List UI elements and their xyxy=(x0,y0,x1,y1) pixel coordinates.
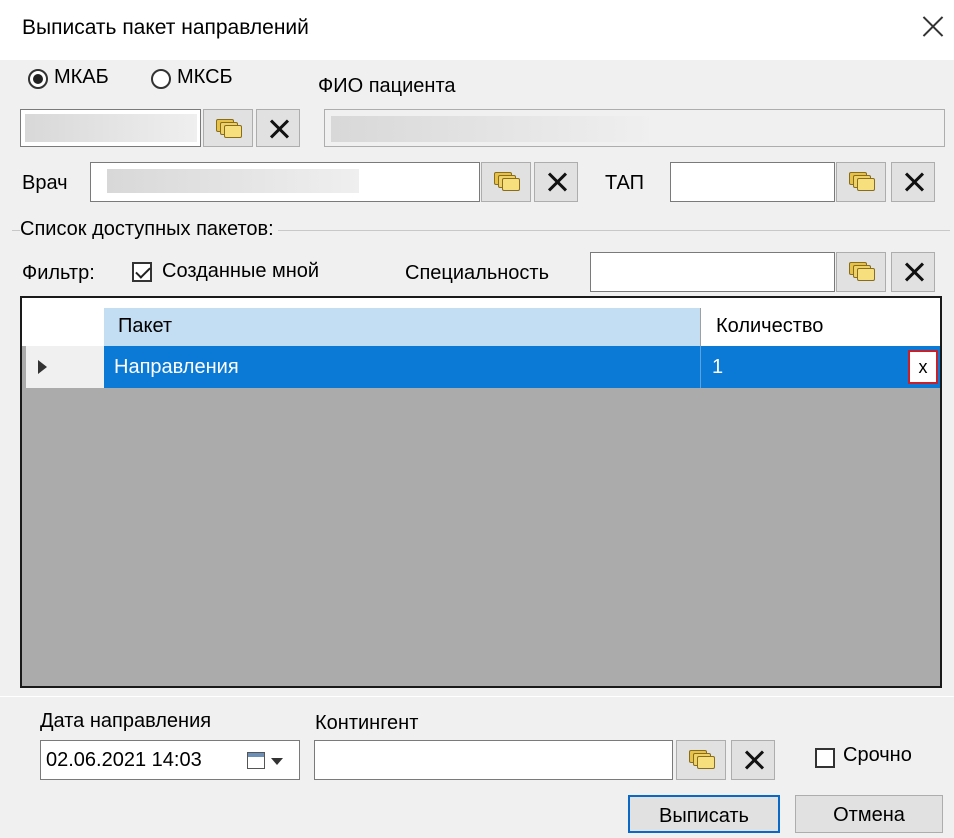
clear-icon xyxy=(546,170,568,194)
column-header-package[interactable]: Пакет xyxy=(104,308,700,346)
radio-mksb[interactable] xyxy=(151,69,171,89)
folders-icon xyxy=(849,262,875,282)
column-divider xyxy=(700,308,701,346)
created-by-me-checkbox[interactable] xyxy=(132,262,152,282)
date-picker[interactable]: 02.06.2021 14:03 xyxy=(40,740,300,780)
folders-icon xyxy=(689,750,715,770)
row-delete-button[interactable]: x xyxy=(908,350,938,384)
tap-input[interactable] xyxy=(670,162,835,202)
cell-divider xyxy=(700,346,701,388)
column-header-count[interactable]: Количество xyxy=(702,308,900,346)
doctor-clear-button[interactable] xyxy=(534,162,578,202)
card-clear-button[interactable] xyxy=(256,109,300,147)
packages-table[interactable]: Пакет Количество Направления 1 x xyxy=(20,296,942,688)
card-number-input[interactable] xyxy=(20,109,201,147)
fio-value-redacted xyxy=(331,116,649,142)
contingent-select-button[interactable] xyxy=(676,740,726,780)
folders-icon xyxy=(494,172,520,192)
cell-package[interactable]: Направления xyxy=(104,346,700,388)
clear-icon xyxy=(903,170,925,194)
row-header xyxy=(26,346,104,388)
cell-count[interactable]: 1 xyxy=(702,346,902,388)
table-row[interactable]: Направления 1 x xyxy=(26,346,940,388)
chevron-down-icon[interactable] xyxy=(271,758,283,765)
submit-button[interactable]: Выписать xyxy=(628,795,780,833)
specialty-input[interactable] xyxy=(590,252,835,292)
tap-select-button[interactable] xyxy=(836,162,886,202)
folders-icon xyxy=(216,119,242,139)
specialty-clear-button[interactable] xyxy=(891,252,935,292)
doctor-value-redacted xyxy=(107,169,359,193)
doctor-select-button[interactable] xyxy=(481,162,531,202)
window-title: Выписать пакет направлений xyxy=(22,16,309,39)
clear-icon xyxy=(903,260,925,284)
date-label: Дата направления xyxy=(40,710,212,732)
doctor-input[interactable] xyxy=(90,162,480,202)
radio-mksb-label[interactable]: МКСБ xyxy=(177,66,233,89)
date-value[interactable]: 02.06.2021 14:03 xyxy=(46,749,202,772)
tap-clear-button[interactable] xyxy=(891,162,935,202)
clear-icon xyxy=(268,117,290,141)
calendar-icon[interactable] xyxy=(247,752,265,769)
created-by-me-label[interactable]: Созданные мной xyxy=(162,260,319,283)
urgent-label[interactable]: Срочно xyxy=(843,744,912,767)
card-number-value-redacted xyxy=(25,114,197,142)
current-row-arrow-icon xyxy=(38,360,47,374)
fio-label: ФИО пациента xyxy=(318,75,456,97)
contingent-label: Контингент xyxy=(315,712,419,734)
specialty-label: Специальность xyxy=(405,262,549,284)
contingent-input[interactable] xyxy=(314,740,673,780)
packages-group-label: Список доступных пакетов: xyxy=(20,218,278,241)
radio-mkab[interactable] xyxy=(28,69,48,89)
card-select-button[interactable] xyxy=(203,109,253,147)
radio-mkab-label[interactable]: МКАБ xyxy=(54,66,109,89)
tap-label: ТАП xyxy=(605,172,645,194)
fio-field xyxy=(324,109,945,147)
folders-icon xyxy=(849,172,875,192)
urgent-checkbox[interactable] xyxy=(815,748,835,768)
close-icon[interactable] xyxy=(918,12,948,42)
calendar-icon-header xyxy=(248,753,264,757)
title-bar: Выписать пакет направлений xyxy=(0,0,954,60)
contingent-clear-button[interactable] xyxy=(731,740,775,780)
doctor-label: Врач xyxy=(22,172,68,194)
specialty-select-button[interactable] xyxy=(836,252,886,292)
cancel-button[interactable]: Отмена xyxy=(795,795,943,833)
filter-label: Фильтр: xyxy=(22,262,95,284)
footer-divider xyxy=(0,696,954,697)
clear-icon xyxy=(743,748,765,772)
